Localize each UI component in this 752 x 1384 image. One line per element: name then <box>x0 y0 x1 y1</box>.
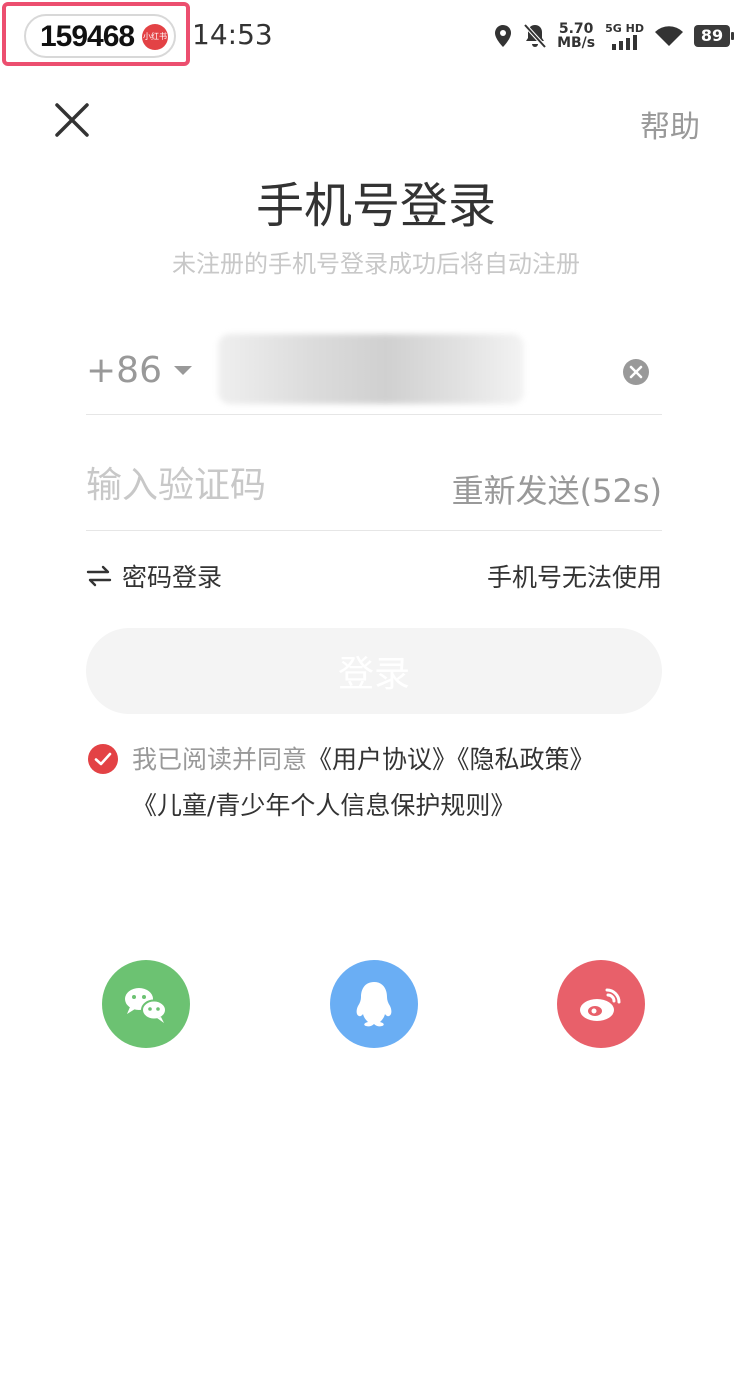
child-policy-link[interactable]: 《儿童/青少年个人信息保护规则》 <box>132 791 515 820</box>
location-icon <box>495 25 512 47</box>
close-button[interactable] <box>52 100 92 140</box>
verification-code-input[interactable] <box>86 458 416 512</box>
weibo-login-button[interactable] <box>557 960 645 1048</box>
status-bar: 159468 小红书 14:53 5.70 MB/s 5G HD 89 <box>0 0 752 72</box>
agreement-prefix: 我已阅读并同意 <box>132 745 308 774</box>
wechat-icon <box>125 988 167 1023</box>
signal-group: 5G HD <box>605 23 644 50</box>
country-code: +86 <box>86 350 162 391</box>
resend-code-button[interactable]: 重新发送(52s) <box>452 466 662 512</box>
battery-icon: 89 <box>694 25 734 47</box>
speed-unit: MB/s <box>557 35 596 51</box>
password-login-link[interactable]: 密码登录 <box>86 558 222 594</box>
qq-login-button[interactable] <box>330 960 418 1048</box>
code-row: 重新发送(52s) <box>86 444 662 531</box>
phone-row: +86 <box>86 330 662 415</box>
dropdown-arrow-icon <box>173 366 192 375</box>
login-button[interactable]: 登录 <box>86 628 662 714</box>
clear-icon <box>623 359 649 385</box>
agreement-line-1: 我已阅读并同意《用户协议》《隐私政策》 <box>132 740 595 776</box>
wechat-login-button[interactable] <box>102 960 190 1048</box>
signal-icon <box>611 34 637 50</box>
page-subtitle: 未注册的手机号登录成功后将自动注册 <box>172 250 580 278</box>
wifi-icon <box>655 26 683 46</box>
user-agreement-link[interactable]: 《用户协议》 <box>307 745 457 774</box>
status-icons: 5.70 MB/s 5G HD 89 <box>493 20 734 52</box>
clear-phone-button[interactable] <box>622 358 650 386</box>
network-type: 5G HD <box>605 21 644 35</box>
status-time: 14:53 <box>192 18 273 51</box>
close-icon <box>55 103 89 137</box>
country-code-selector[interactable]: +86 <box>86 350 192 391</box>
weibo-icon <box>580 988 621 1021</box>
phone-number-input[interactable] <box>218 334 524 404</box>
password-login-label: 密码登录 <box>122 563 223 592</box>
help-link[interactable]: 帮助 <box>640 102 700 146</box>
speed-value: 5.70 <box>558 21 594 37</box>
login-options: 密码登录 手机号无法使用 <box>86 554 662 594</box>
phone-unusable-link[interactable]: 手机号无法使用 <box>487 558 662 594</box>
qq-penguin-icon <box>356 982 392 1027</box>
page-title: 手机号登录 <box>255 178 496 234</box>
checkmark-icon <box>94 752 112 766</box>
switch-icon <box>86 565 112 587</box>
agreement-line-2: 《儿童/青少年个人信息保护规则》 <box>132 786 515 822</box>
bell-muted-icon <box>523 23 547 49</box>
network-speed: 5.70 MB/s <box>557 22 595 50</box>
xiaohongshu-logo-icon: 小红书 <box>142 24 168 50</box>
app-badge-pill[interactable]: 159468 小红书 <box>24 14 176 58</box>
privacy-policy-link[interactable]: 《隐私政策》 <box>457 745 595 774</box>
badge-number: 159468 <box>40 20 135 53</box>
agreement-checkbox[interactable] <box>88 744 118 774</box>
